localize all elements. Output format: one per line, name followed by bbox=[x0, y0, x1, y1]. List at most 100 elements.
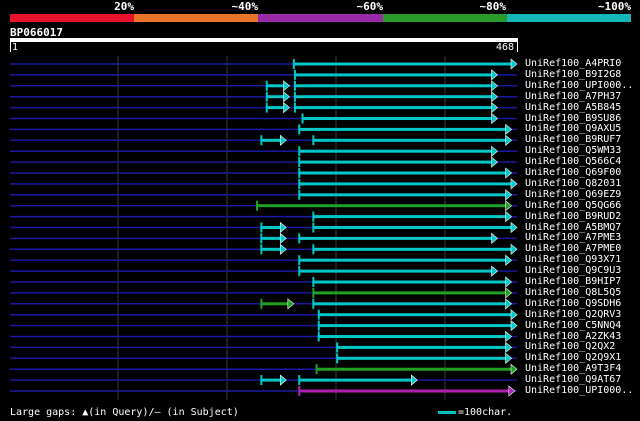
hit-label[interactable]: UniRef100_A5BMQ7 bbox=[525, 222, 621, 233]
hit-arrow-icon bbox=[279, 374, 287, 386]
hit-arrow-icon bbox=[505, 298, 513, 310]
hit-segment bbox=[302, 117, 493, 120]
hit-segment bbox=[299, 193, 507, 197]
hit-arrow-icon bbox=[283, 91, 290, 103]
hit-arrow-icon bbox=[505, 341, 513, 354]
hit-segment bbox=[299, 127, 507, 131]
hit-segment bbox=[313, 247, 512, 251]
hit-label[interactable]: UniRef100_Q8L5Q5 bbox=[525, 287, 621, 298]
hit-segment bbox=[299, 160, 493, 164]
hit-label[interactable]: UniRef100_Q566C4 bbox=[525, 156, 621, 167]
hit-segment bbox=[337, 356, 507, 360]
hit-label[interactable]: UniRef100_Q9C9U3 bbox=[525, 265, 621, 276]
hit-arrow-icon bbox=[491, 112, 498, 125]
scale-legend-text: =100char. bbox=[458, 407, 513, 418]
hit-segment-start bbox=[298, 266, 301, 277]
hit-arrow-icon bbox=[505, 200, 513, 212]
hit-arrow-icon bbox=[505, 276, 513, 288]
hit-segment bbox=[299, 149, 493, 153]
hit-label[interactable]: UniRef100_A2ZK43 bbox=[525, 331, 621, 342]
hit-segment-start bbox=[265, 102, 268, 113]
hit-label[interactable]: UniRef100_Q93X71 bbox=[525, 254, 621, 265]
hit-segment-start bbox=[260, 135, 263, 146]
hit-label[interactable]: UniRef100_Q69EZ9 bbox=[525, 189, 621, 200]
hit-segment-start bbox=[298, 157, 301, 168]
hit-segment bbox=[299, 269, 493, 273]
hit-segment bbox=[294, 95, 493, 99]
hit-segment bbox=[299, 258, 507, 262]
hit-label[interactable]: UniRef100_B9RUF7 bbox=[525, 134, 621, 145]
hit-label[interactable]: UniRef100_Q9AT67 bbox=[525, 374, 621, 385]
hit-segment bbox=[266, 95, 285, 99]
hit-segment bbox=[294, 73, 493, 77]
hit-label[interactable]: UniRef100_Q5QG66 bbox=[525, 200, 621, 211]
hit-label[interactable]: UniRef100_B9HIP7 bbox=[525, 276, 621, 287]
hit-arrow-icon bbox=[491, 80, 498, 92]
hit-arrow-icon bbox=[505, 352, 513, 364]
hit-label[interactable]: UniRef100_A5B845 bbox=[525, 102, 621, 113]
hit-arrow-icon bbox=[505, 167, 513, 179]
hit-label[interactable]: UniRef100_B9SU86 bbox=[525, 113, 621, 124]
hit-arrow-icon bbox=[505, 330, 513, 343]
hit-segment-start bbox=[336, 342, 339, 353]
hit-arrow-icon bbox=[279, 232, 287, 245]
hit-segment-start bbox=[298, 124, 301, 135]
hit-segment-start bbox=[265, 91, 268, 102]
hit-label[interactable]: UniRef100_Q69F00 bbox=[525, 167, 621, 178]
hit-label[interactable]: UniRef100_UPI000.. bbox=[525, 385, 633, 396]
hit-label[interactable]: UniRef100_A7PME3 bbox=[525, 232, 621, 243]
hit-segment bbox=[294, 106, 493, 110]
hit-segment-start bbox=[292, 59, 295, 69]
hit-arrow-icon bbox=[505, 189, 513, 201]
hit-label[interactable]: UniRef100_A7PH37 bbox=[525, 91, 621, 102]
hit-label[interactable]: UniRef100_C5NNQ4 bbox=[525, 320, 621, 331]
hit-segment bbox=[261, 138, 282, 142]
hit-label[interactable]: UniRef100_B9I2G8 bbox=[525, 69, 621, 80]
hit-segment bbox=[313, 291, 507, 295]
hit-arrow-icon bbox=[279, 221, 287, 234]
hit-segment bbox=[299, 182, 512, 186]
hit-label[interactable]: UniRef100_UPI000.. bbox=[525, 80, 633, 91]
hit-segment-start bbox=[260, 244, 263, 255]
hit-label[interactable]: UniRef100_Q9AXU5 bbox=[525, 123, 621, 134]
hit-segment bbox=[299, 171, 507, 175]
hit-segment bbox=[318, 324, 512, 328]
hit-segment bbox=[261, 247, 282, 251]
hit-label[interactable]: UniRef100_Q9SDH6 bbox=[525, 298, 621, 309]
hit-segment-start bbox=[298, 233, 301, 244]
hit-segment bbox=[318, 313, 512, 317]
hit-arrow-icon bbox=[491, 232, 498, 245]
hit-label[interactable]: UniRef100_A9T3F4 bbox=[525, 363, 621, 374]
hit-label[interactable]: UniRef100_A7PME0 bbox=[525, 243, 621, 254]
hit-label[interactable]: UniRef100_Q82031 bbox=[525, 178, 621, 189]
hit-segment-start bbox=[312, 135, 315, 146]
hit-label[interactable]: UniRef100_A4PRI0 bbox=[525, 58, 621, 69]
hit-arrow-icon bbox=[505, 123, 513, 136]
hit-segment-start bbox=[260, 375, 263, 386]
hit-segment bbox=[299, 378, 413, 382]
hit-segment-start bbox=[312, 277, 315, 287]
hit-arrow-icon bbox=[510, 221, 518, 234]
hit-label[interactable]: UniRef100_Q2QRV3 bbox=[525, 309, 621, 320]
hit-label[interactable]: UniRef100_B9RUD2 bbox=[525, 211, 621, 222]
hit-segment-start bbox=[260, 298, 263, 309]
hit-segment-start bbox=[298, 189, 301, 200]
hit-arrow-icon bbox=[510, 309, 518, 321]
hit-segment-start bbox=[301, 113, 304, 124]
hit-label[interactable]: UniRef100_Q2Q9X1 bbox=[525, 352, 621, 363]
hit-segment bbox=[261, 302, 289, 306]
hit-segment bbox=[313, 215, 507, 219]
hit-segment-start bbox=[312, 211, 315, 222]
hit-segment-start bbox=[312, 222, 315, 233]
hit-arrow-icon bbox=[411, 374, 418, 386]
hit-label[interactable]: UniRef100_Q5WM33 bbox=[525, 145, 621, 156]
hit-label[interactable]: UniRef100_Q2QX2 bbox=[525, 341, 615, 352]
hit-segment-start bbox=[293, 80, 296, 91]
hit-segment bbox=[316, 367, 512, 371]
hit-segment bbox=[313, 280, 507, 284]
gap-legend-note: Large gaps: ▲(in Query)/– (in Subject) bbox=[10, 407, 239, 418]
hit-arrow-icon bbox=[510, 363, 518, 375]
hit-segment bbox=[293, 62, 512, 66]
hit-segment-start bbox=[260, 233, 263, 244]
hit-segment-start bbox=[260, 222, 263, 233]
